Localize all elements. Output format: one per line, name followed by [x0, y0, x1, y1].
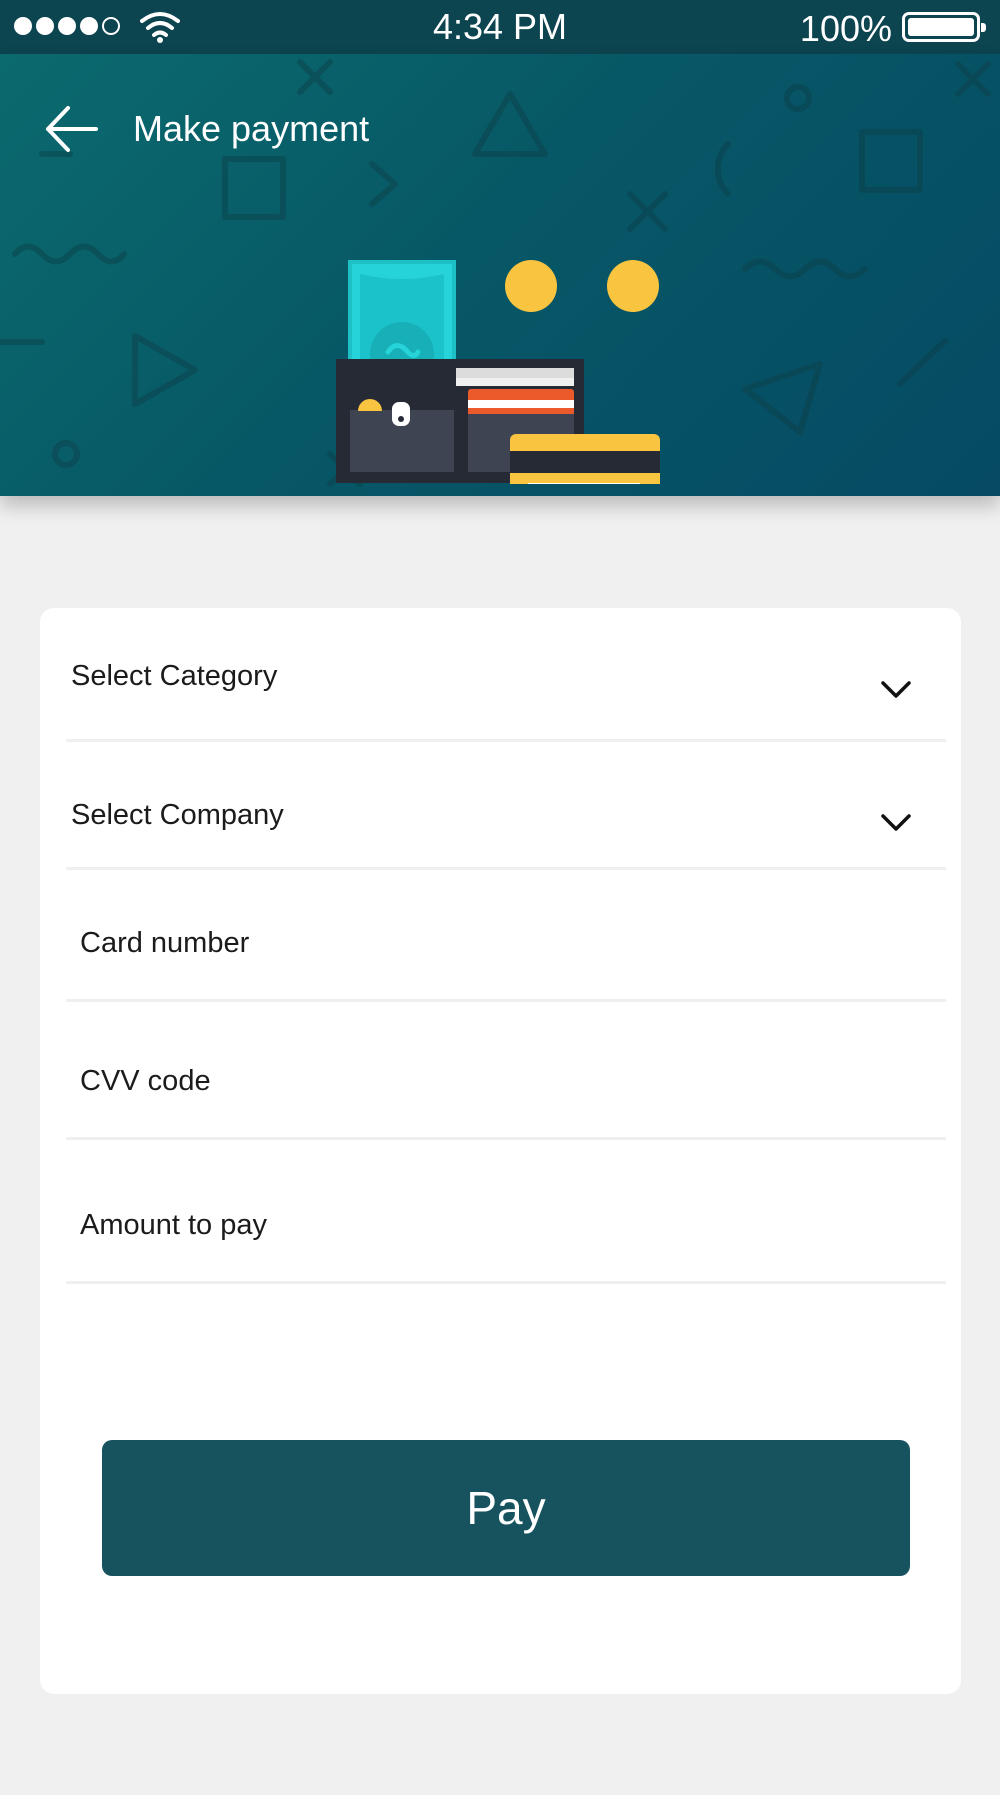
- company-select[interactable]: Select Company: [66, 739, 946, 870]
- card-number-field[interactable]: Card number: [66, 867, 946, 1002]
- wallet-illustration: [336, 260, 660, 484]
- company-select-label: Select Company: [71, 799, 284, 831]
- header-banner: Make payment: [0, 54, 1000, 496]
- cvv-field[interactable]: CVV code: [66, 999, 946, 1140]
- arrow-left-icon[interactable]: [44, 104, 100, 154]
- category-select[interactable]: Select Category: [66, 608, 946, 742]
- status-bar: 4:34 PM 100%: [0, 0, 1000, 54]
- card-number-placeholder: Card number: [80, 927, 250, 959]
- amount-field[interactable]: Amount to pay: [66, 1137, 946, 1284]
- amount-placeholder: Amount to pay: [80, 1209, 267, 1241]
- category-select-label: Select Category: [71, 660, 278, 692]
- chevron-down-icon[interactable]: [880, 813, 912, 833]
- chevron-down-icon[interactable]: [880, 680, 912, 700]
- cvv-placeholder: CVV code: [80, 1065, 211, 1097]
- battery-percent: 100%: [799, 8, 892, 49]
- battery-icon: [902, 12, 986, 42]
- pay-button[interactable]: Pay: [102, 1440, 910, 1576]
- page-title: Make payment: [133, 108, 370, 149]
- payment-form-card: Select Category Select Company Card numb…: [40, 608, 961, 1694]
